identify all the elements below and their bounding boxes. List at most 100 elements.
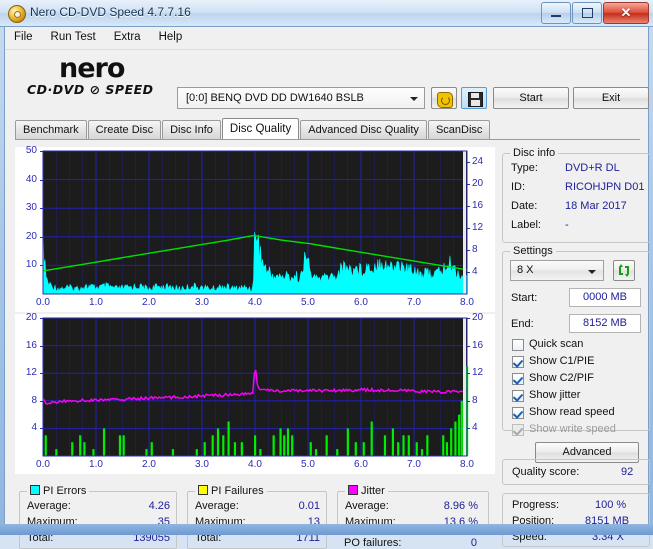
disc-info-group: Disc info Type: DVD+R DL ID: RICOHJPN D0… <box>502 147 650 243</box>
series-bar <box>309 442 312 456</box>
maximize-icon <box>582 8 593 18</box>
app-window: Nero CD-DVD Speed 4.7.7.16 ✕ File Run Te… <box>0 0 653 549</box>
y-axis-tick-label: 8 <box>31 394 37 406</box>
refresh-button[interactable] <box>613 260 635 281</box>
logo-tagline: CD·DVD ⊘ SPEED <box>27 82 154 97</box>
series-bar <box>283 435 286 456</box>
tab-strip: Benchmark Create Disc Disc Info Disc Qua… <box>15 118 640 140</box>
window-controls: ✕ <box>540 2 649 24</box>
y-axis-tick <box>40 345 43 347</box>
quality-score-group: Quality score: 92 <box>502 459 650 485</box>
series-bar <box>454 421 457 456</box>
y-axis-tick <box>40 428 43 430</box>
hand-icon <box>437 92 453 108</box>
tab-disc-quality[interactable]: Disc Quality <box>221 118 300 139</box>
jitter-average-value: 8.96 % <box>443 500 478 512</box>
quality-score-label: Quality score: <box>512 466 580 478</box>
disc-type-value: DVD+R DL <box>565 162 620 174</box>
close-button[interactable]: ✕ <box>603 2 649 24</box>
tab-disc-info[interactable]: Disc Info <box>162 120 221 139</box>
show-read-speed-checkbox[interactable] <box>512 407 524 419</box>
x-axis-tick-label: 7.0 <box>407 297 421 308</box>
title-bar: Nero CD-DVD Speed 4.7.7.16 ✕ <box>0 0 653 27</box>
series-bar <box>259 449 262 456</box>
x-axis-tick-label: 0.0 <box>36 297 50 308</box>
y-axis-tick <box>40 151 43 152</box>
series-bar <box>346 428 349 456</box>
y2-axis-tick-label: 8 <box>472 244 478 255</box>
y2-axis-tick <box>467 184 470 185</box>
menu-extra[interactable]: Extra <box>105 27 150 47</box>
y2-axis-tick-label: 20 <box>472 312 484 323</box>
series-bar <box>216 428 220 456</box>
series-bar <box>442 435 445 456</box>
x-axis-tick-label: 5.0 <box>301 297 315 308</box>
start-button[interactable]: Start <box>493 87 569 109</box>
x-axis-tick-label: 7.0 <box>407 459 421 470</box>
minimize-button[interactable] <box>541 2 571 24</box>
x-axis-tick-label: 2.0 <box>142 297 156 308</box>
pi-errors-stats: PI Errors Average: 4.26 Maximum: 35 Tota… <box>19 485 177 549</box>
series-bar <box>150 442 153 456</box>
series-bar <box>83 442 86 456</box>
quick-scan-checkbox[interactable] <box>512 339 524 351</box>
progress-label: Progress: <box>512 499 560 511</box>
menu-help[interactable]: Help <box>150 27 192 47</box>
y2-axis-tick-label: 12 <box>472 222 484 233</box>
series-bar <box>233 442 237 456</box>
pi-failures-color-swatch <box>198 485 208 495</box>
menu-run-test[interactable]: Run Test <box>42 27 105 47</box>
disc-date-label: Date: <box>511 200 538 212</box>
pi-errors-chart: 10 20 30 40 50 4 8 12 16 20 24 0.0 1.0 2.0 3.0 4.0 5.0 6.… <box>15 145 495 312</box>
maximize-button[interactable] <box>572 2 602 24</box>
show-jitter-checkbox[interactable] <box>512 390 524 402</box>
y-axis-tick <box>40 236 43 238</box>
tab-advanced-disc-quality[interactable]: Advanced Disc Quality <box>300 120 427 139</box>
y2-axis-tick-label: 4 <box>472 422 478 434</box>
y2-axis-tick <box>467 206 470 207</box>
pi-failures-stats: PI Failures Average: 0.01 Maximum: 13 To… <box>187 485 327 549</box>
save-results-button[interactable] <box>461 87 487 109</box>
series-bar <box>354 442 357 456</box>
x-axis-tick-label: 2.0 <box>142 459 156 470</box>
y2-axis-tick <box>467 228 470 229</box>
exit-button[interactable]: Exit <box>573 87 649 109</box>
quick-scan-label: Quick scan <box>529 338 584 350</box>
end-mb-field[interactable]: 8152 MB <box>569 314 641 333</box>
tab-create-disc[interactable]: Create Disc <box>87 120 162 139</box>
tab-scandisc[interactable]: ScanDisc <box>427 120 491 139</box>
end-mb-label: End: <box>511 318 534 330</box>
chevron-down-icon <box>410 97 418 101</box>
settings-title: Settings <box>510 245 556 257</box>
show-c2-pif-checkbox[interactable] <box>512 373 524 385</box>
po-failures-label: PO failures: <box>344 537 402 549</box>
floppy-save-icon <box>468 92 483 107</box>
series-bar <box>211 435 214 456</box>
series-bar <box>44 435 47 456</box>
series-bar <box>407 435 410 456</box>
disc-type-label: Type: <box>511 162 538 174</box>
drive-select-value: [0:0] BENQ DVD DD DW1640 BSLB <box>186 92 364 104</box>
select-drive-button[interactable] <box>431 87 457 109</box>
series-bar <box>458 414 461 456</box>
series-bar <box>291 435 294 456</box>
series-bar <box>314 449 318 456</box>
show-c1-pie-checkbox[interactable] <box>512 356 524 368</box>
series-bar <box>122 435 125 456</box>
quality-score-value: 92 <box>621 466 634 478</box>
y2-axis-tick <box>467 428 470 430</box>
menu-file[interactable]: File <box>5 27 42 47</box>
y-axis-tick-label: 40 <box>25 173 37 185</box>
series-bar <box>171 449 175 456</box>
pi-failures-average-label: Average: <box>195 500 239 512</box>
speed-select[interactable]: 8 X <box>510 260 604 281</box>
start-mb-field[interactable]: 0000 MB <box>569 288 641 307</box>
disc-label-value: - <box>565 219 569 231</box>
x-axis-tick-label: 4.0 <box>248 297 262 308</box>
drive-select[interactable]: [0:0] BENQ DVD DD DW1640 BSLB <box>177 87 425 109</box>
tab-benchmark[interactable]: Benchmark <box>15 120 87 139</box>
pi-failures-legend: PI Failures <box>195 485 267 497</box>
x-axis-tick-label: 1.0 <box>89 459 103 470</box>
progress-value: 100 % <box>595 499 627 511</box>
y2-axis-tick <box>467 162 470 163</box>
